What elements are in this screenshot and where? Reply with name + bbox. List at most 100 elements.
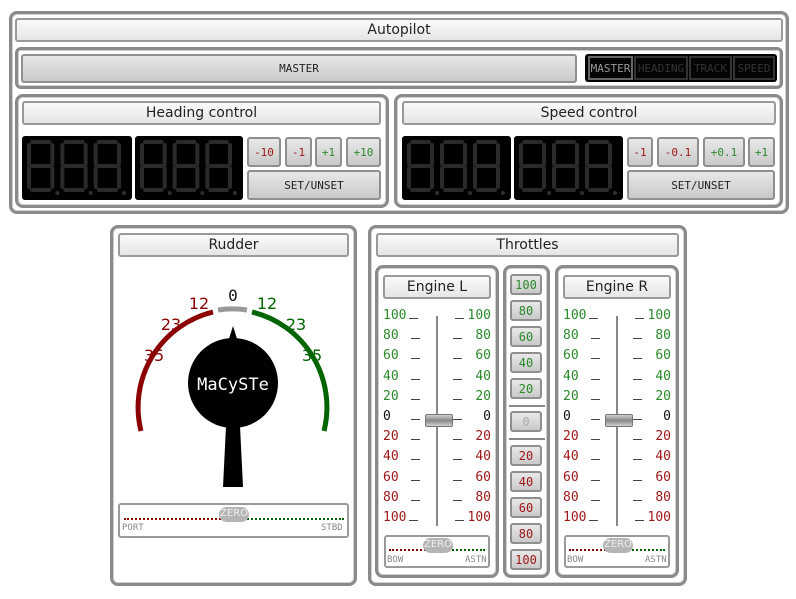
preset-astern-60-button[interactable]: 60 (510, 497, 542, 518)
mode-track: TRACK (689, 56, 732, 80)
preset-astern-100-button[interactable]: 100 (510, 549, 542, 570)
scale-label-right: 80 (655, 328, 671, 344)
stbd-label-35: 35 (302, 346, 322, 365)
scale-label-right: 40 (655, 368, 671, 384)
speed-minus-1-button[interactable]: -1 (627, 137, 653, 167)
center-arc (217, 306, 248, 313)
decimal-point (122, 191, 126, 195)
heading-minus-10-button[interactable]: -10 (247, 137, 281, 167)
tick-mark (633, 479, 642, 481)
seven-segment-display (519, 140, 617, 195)
tick-mark (411, 499, 420, 501)
scale-label-right: 80 (475, 328, 491, 344)
preset-ahead-20-button[interactable]: 20 (510, 378, 542, 399)
heading-control-title: Heading control (22, 101, 381, 125)
scale-label-right: 20 (475, 429, 491, 445)
decimal-point (233, 191, 237, 195)
scale-label-right: 100 (647, 510, 671, 525)
speed-plus-1-button[interactable]: +1 (748, 137, 775, 167)
engine-left-throttle-handle[interactable] (425, 414, 453, 427)
scale-label-left: 40 (563, 449, 579, 465)
scale-label-left: 100 (563, 510, 587, 525)
scale-label-left: 0 (383, 409, 391, 424)
heading-plus-10-button[interactable]: +10 (346, 137, 381, 167)
stbd-dotted-line (236, 518, 344, 520)
scale-label-left: 20 (383, 429, 399, 445)
speed-set-unset-button[interactable]: SET/UNSET (627, 170, 775, 200)
tick-mark (411, 378, 420, 380)
heading-plus-1-button[interactable]: +1 (315, 137, 342, 167)
rudder-gauge[interactable]: 0 12 23 35 12 23 35 MaCySTe (110, 260, 357, 500)
mode-speed: SPEED (733, 56, 775, 80)
tick-mark (409, 318, 418, 319)
engine-left-title: Engine L (383, 275, 491, 299)
decimal-point (55, 191, 60, 195)
scale-label-left: 20 (563, 388, 579, 404)
engine-left-throttle[interactable]: 100 100 80 80 60 60 40 40 20 20 0 0 20 20 40 40 60 60 80 80… (383, 308, 493, 535)
engine-right-throttle-handle[interactable] (605, 414, 633, 427)
speed-plus-0.1-button[interactable]: +0.1 (703, 137, 745, 167)
scale-label-right: 40 (475, 368, 491, 384)
tick-mark (633, 358, 642, 360)
tick-mark (411, 459, 420, 461)
tick-mark (453, 378, 462, 380)
tick-mark (591, 479, 600, 481)
mode-heading: HEADING (634, 56, 688, 80)
preset-astern-20-button[interactable]: 20 (510, 445, 542, 466)
engine-right-throttle[interactable]: 100 100 80 80 60 60 40 40 20 20 0 0 20 20 40 40 60 60 80 80… (563, 308, 673, 535)
tick-mark (633, 398, 642, 400)
scale-label-left: 80 (383, 328, 399, 344)
tick-mark (591, 398, 600, 400)
scale-label-left: 60 (563, 348, 579, 364)
preset-astern-40-button[interactable]: 40 (510, 471, 542, 492)
preset-ahead-60-button[interactable]: 60 (510, 326, 542, 347)
scale-label-left: 80 (563, 489, 579, 505)
decimal-point (580, 191, 584, 195)
tick-mark (635, 520, 644, 521)
preset-astern-80-button[interactable]: 80 (510, 523, 542, 544)
tick-mark (453, 398, 462, 400)
tick-mark (591, 358, 600, 360)
decimal-point (167, 191, 172, 195)
decimal-point (547, 191, 551, 195)
heading-display-current (22, 136, 132, 200)
scale-label-right: 20 (655, 388, 671, 404)
tick-mark (635, 318, 644, 319)
decimal-point (501, 191, 505, 195)
preset-ahead-80-button[interactable]: 80 (510, 300, 542, 321)
tick-mark (455, 520, 464, 521)
decimal-point (200, 191, 205, 195)
scale-label-right: 80 (475, 489, 491, 505)
divider (509, 438, 545, 440)
preset-zero-button[interactable]: 0 (510, 411, 542, 432)
decimal-point (613, 191, 617, 195)
scale-label-right: 0 (663, 409, 671, 424)
rudder-zero-handle[interactable]: ZERO (219, 507, 249, 522)
heading-minus-1-button[interactable]: -1 (285, 137, 312, 167)
seven-segment-display (407, 140, 505, 195)
tick-mark (591, 378, 600, 380)
tick-mark (455, 318, 464, 319)
scale-label-left: 20 (383, 388, 399, 404)
tick-mark (411, 439, 420, 441)
seven-segment-display (27, 140, 126, 195)
bow-label: BOW (387, 555, 404, 565)
speed-control-title: Speed control (402, 101, 776, 125)
knob-label: MaCySTe (197, 375, 269, 395)
tick-mark (633, 439, 642, 441)
tick-mark (633, 459, 642, 461)
master-button[interactable]: MASTER (21, 54, 577, 83)
scale-label-right: 100 (647, 308, 671, 323)
heading-set-unset-button[interactable]: SET/UNSET (247, 170, 381, 200)
scale-label-left: 100 (383, 308, 407, 323)
tick-mark (409, 520, 418, 521)
engine-right-zero-handle[interactable]: ZERO (603, 538, 633, 553)
scale-label-left: 40 (383, 368, 399, 384)
preset-ahead-100-button[interactable]: 100 (510, 274, 542, 295)
scale-label-left: 60 (383, 469, 399, 485)
tick-mark (589, 318, 598, 319)
preset-ahead-40-button[interactable]: 40 (510, 352, 542, 373)
speed-display-current (402, 136, 511, 200)
speed-minus-0.1-button[interactable]: -0.1 (657, 137, 699, 167)
engine-left-zero-handle[interactable]: ZERO (423, 538, 453, 553)
